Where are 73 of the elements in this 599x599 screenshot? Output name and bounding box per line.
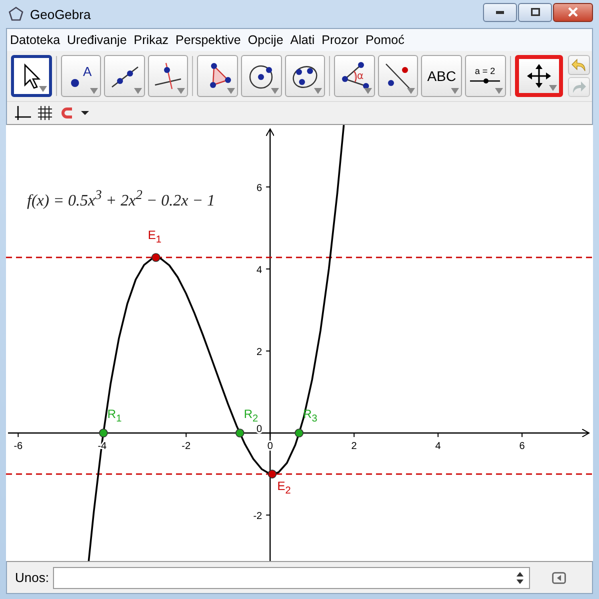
up-down-arrows-icon[interactable] — [516, 570, 524, 584]
tick-label: 4 — [256, 264, 262, 276]
point-marker[interactable] — [268, 470, 277, 478]
caret-icon — [227, 88, 236, 94]
pentagon-icon — [8, 6, 24, 22]
caret-icon — [494, 88, 503, 94]
maximize-icon — [530, 8, 540, 16]
reflect-tool-button[interactable] — [378, 55, 418, 97]
point-label: E$_{1}$ — [148, 229, 162, 246]
slider-tool-button[interactable]: a = 2 — [464, 55, 506, 97]
tick-label: 6 — [256, 182, 262, 194]
conic-tool-button[interactable] — [284, 55, 326, 97]
point-marker[interactable] — [99, 428, 108, 438]
caret-icon — [134, 88, 142, 94]
menu-item[interactable]: Prozor — [322, 33, 358, 47]
point-label: R$_{1}$ — [107, 408, 122, 424]
tick-label: 4 — [435, 441, 441, 452]
caret-icon — [38, 86, 47, 92]
point-label: E$_{2}$ — [277, 480, 291, 496]
axes-icon[interactable] — [15, 105, 31, 121]
text-tool-label: ABC — [427, 68, 456, 84]
left-arrow-box-icon — [552, 572, 566, 584]
menu-item[interactable]: Pomoć — [365, 33, 404, 47]
perpendicular-tool-button[interactable] — [148, 55, 188, 97]
undo-button[interactable] — [568, 55, 590, 75]
close-button[interactable] — [553, 2, 593, 22]
input-field[interactable] — [52, 566, 530, 588]
point-label: R$_{2}$ — [244, 408, 258, 424]
menu-item[interactable]: Perspektive — [176, 33, 241, 47]
undo-arrow-icon — [571, 58, 588, 72]
menu-item[interactable]: Alati — [290, 33, 315, 47]
menu-item[interactable]: Opcije — [248, 33, 284, 47]
minimize-icon — [496, 10, 504, 14]
move-tool-button[interactable] — [514, 55, 564, 97]
caret-icon — [364, 88, 372, 94]
caret-icon — [407, 88, 416, 94]
caret-icon — [90, 88, 98, 94]
circle-tool-button[interactable] — [241, 55, 282, 97]
caret-icon — [450, 88, 459, 94]
input-label: Unos: — [15, 570, 49, 585]
menu-item[interactable]: Uređivanje — [67, 33, 127, 47]
caret-icon — [177, 88, 186, 94]
tick-label: 2 — [351, 441, 357, 452]
window-title: GeoGebra — [30, 6, 91, 22]
menu-item[interactable]: Prikaz — [134, 33, 169, 47]
tick-label: -2 — [253, 511, 262, 522]
tick-label: -2 — [182, 441, 191, 452]
tick-label: -6 — [14, 441, 23, 452]
grid-icon[interactable] — [37, 105, 53, 121]
caret-icon — [314, 88, 322, 94]
tick-label: 0 — [256, 424, 262, 436]
point-tool-button[interactable]: A — [60, 55, 102, 97]
tick-label: 2 — [256, 347, 262, 358]
function-formula: f(x) = 0.5x$^{3}$ + 2x$^{2}$ − 0.2x − 1 — [27, 187, 216, 210]
menu-item[interactable]: Datoteka — [10, 33, 60, 47]
maximize-button[interactable] — [518, 2, 552, 22]
point-marker[interactable] — [294, 428, 304, 438]
text-tool-button[interactable]: ABC — [421, 55, 462, 97]
line-tool-button[interactable] — [104, 55, 145, 97]
perpendicular-lines-icon — [153, 61, 184, 91]
close-icon — [568, 7, 578, 17]
point-marker[interactable] — [235, 428, 244, 438]
caret-icon — [270, 88, 279, 94]
angle-tool-button[interactable]: α — [334, 55, 375, 97]
point-marker[interactable] — [152, 253, 160, 262]
caret-icon — [549, 85, 558, 91]
tick-label: 6 — [519, 441, 525, 452]
minimize-button[interactable] — [483, 2, 517, 22]
polygon-tool-button[interactable] — [197, 55, 238, 97]
magnet-icon[interactable] — [59, 105, 75, 121]
redo-arrow-icon — [571, 80, 588, 94]
pointer-tool-button[interactable] — [11, 55, 52, 97]
dropdown-arrow-icon[interactable] — [81, 110, 89, 116]
